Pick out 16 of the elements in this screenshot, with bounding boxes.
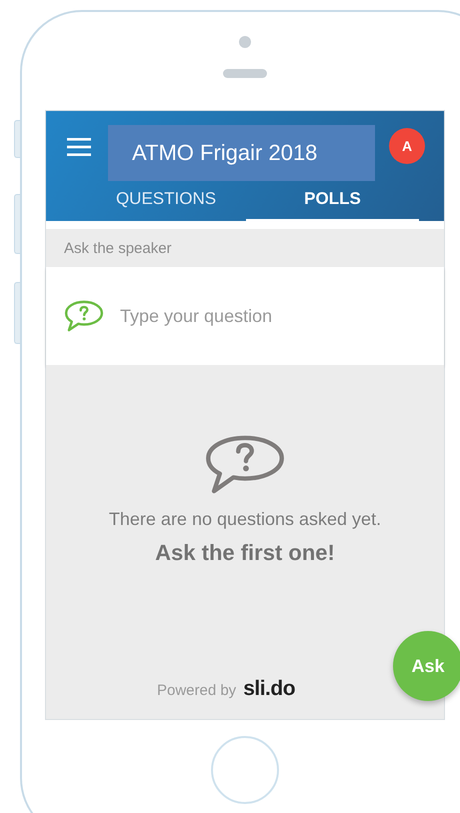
camera-dot [239, 36, 251, 48]
speaker-slot [223, 69, 267, 78]
tab[interactable]: POLLS [246, 181, 419, 222]
ask-button[interactable]: Ask [393, 631, 460, 701]
tab[interactable]: QUESTIONS [86, 181, 246, 222]
logo: sli.do [243, 677, 296, 701]
empty-message: There are no questions asked yet. [108, 509, 382, 530]
empty-call-to-action: Ask the first one! [155, 540, 335, 566]
menu-icon[interactable] [67, 138, 91, 156]
question-bubble-icon [64, 300, 104, 332]
question-input-field[interactable]: Type your question [120, 302, 410, 330]
question-bubble-icon [204, 435, 286, 495]
event-title: ATMO Frigair 2018 [108, 125, 375, 181]
powered-by-label: Powered by [156, 682, 236, 699]
section-label: Ask the speaker [64, 240, 172, 256]
avatar[interactable]: A [389, 128, 425, 164]
